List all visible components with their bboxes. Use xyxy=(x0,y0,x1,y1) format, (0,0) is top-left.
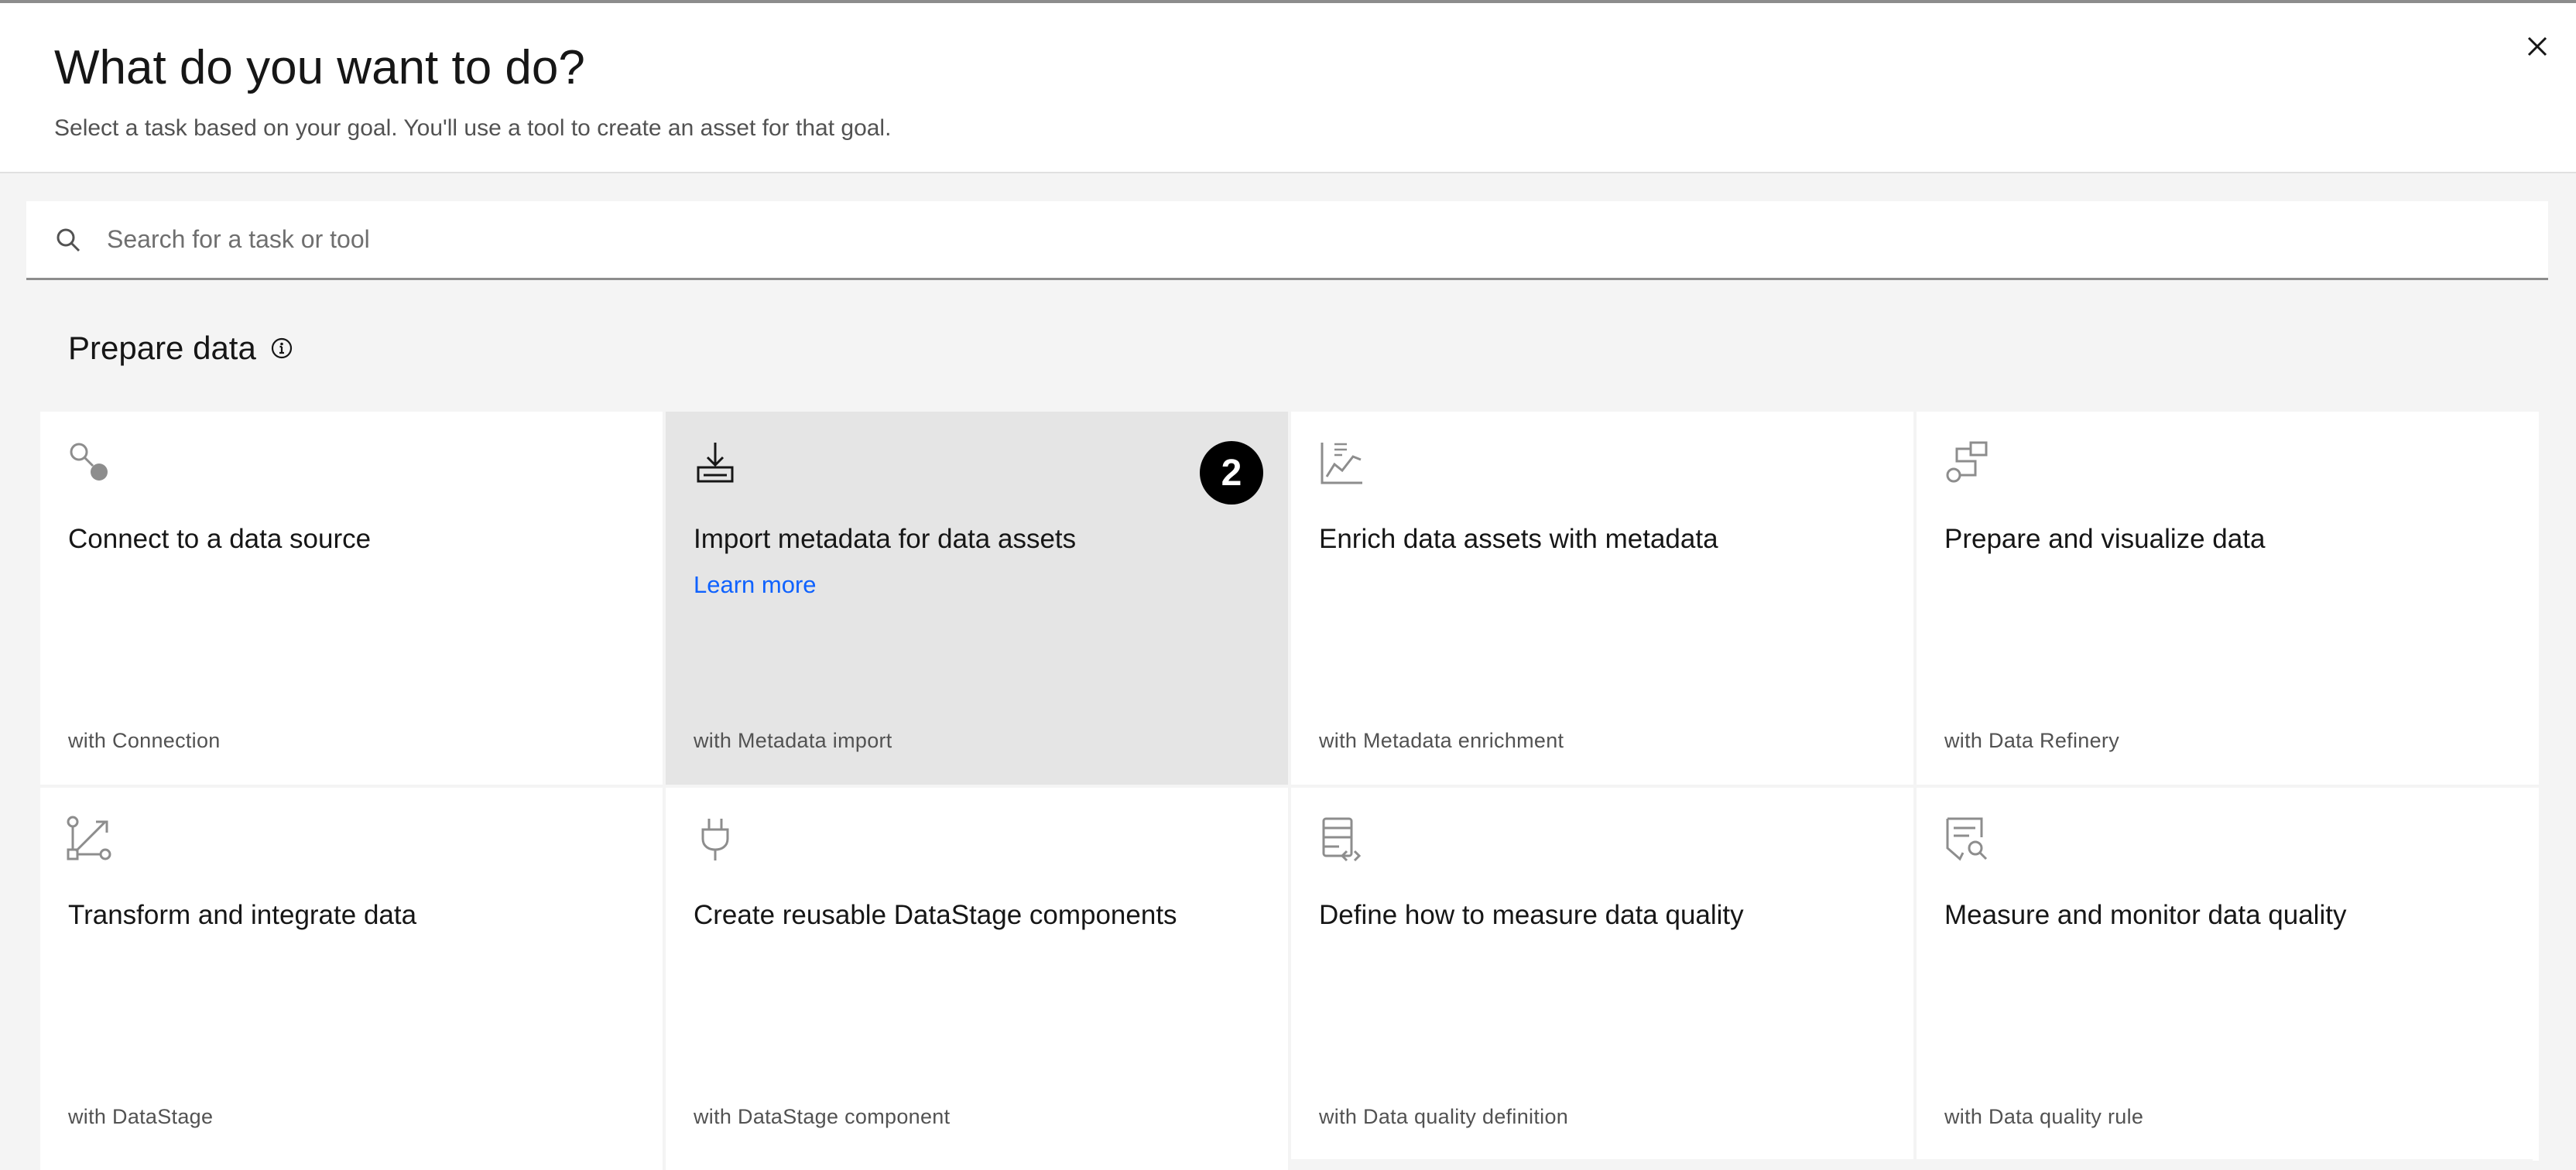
section-heading: Prepare data xyxy=(68,325,293,371)
dialog-header: What do you want to do? Select a task ba… xyxy=(0,3,2576,173)
tile-title: Connect to a data source xyxy=(68,524,372,554)
tile-title: Measure and monitor data quality xyxy=(1944,900,2347,930)
download-icon xyxy=(697,443,734,483)
data-definition-icon xyxy=(1322,817,1362,862)
section-title: Prepare data xyxy=(68,330,256,366)
close-icon xyxy=(2527,36,2547,56)
tile-define-quality[interactable]: Define how to measure data quality with … xyxy=(1291,788,1913,1161)
tile-import-metadata[interactable]: 2 Import metadata for data assets Learn … xyxy=(666,412,1288,785)
search-input[interactable] xyxy=(107,215,2506,263)
tile-tool: with Data quality rule xyxy=(1944,1105,2144,1128)
tile-tool: with DataStage component xyxy=(694,1105,951,1128)
tile-monitor-quality[interactable]: Measure and monitor data quality with Da… xyxy=(1917,788,2539,1161)
tile-tool: with Metadata import xyxy=(694,729,892,752)
flow-transform-icon xyxy=(67,816,111,860)
dialog-title: What do you want to do? xyxy=(54,41,585,94)
data-refinery-icon xyxy=(1946,441,1988,483)
tile-tool: with DataStage xyxy=(68,1105,214,1128)
tile-peek xyxy=(666,1159,1288,1170)
tile-title: Transform and integrate data xyxy=(68,900,417,930)
tile-title: Define how to measure data quality xyxy=(1319,900,1744,930)
information-icon[interactable] xyxy=(270,337,293,360)
tile-peek xyxy=(40,1159,663,1170)
tile-prepare-visualize[interactable]: Prepare and visualize data with Data Ref… xyxy=(1917,412,2539,785)
tile-title: Import metadata for data assets xyxy=(694,524,1077,554)
task-grid: Connect to a data source with Connection… xyxy=(40,412,2539,1161)
dialog-subtitle: Select a task based on your goal. You'll… xyxy=(54,115,892,141)
tile-connect-data-source[interactable]: Connect to a data source with Connection xyxy=(40,412,663,785)
tile-title: Prepare and visualize data xyxy=(1944,524,2266,554)
tile-tool: with Connection xyxy=(68,729,221,752)
document-search-icon xyxy=(1946,817,1988,861)
plug-icon xyxy=(701,819,729,860)
tile-enrich-metadata[interactable]: Enrich data assets with metadata with Me… xyxy=(1291,412,1913,785)
tile-tool: with Metadata enrichment xyxy=(1319,729,1564,752)
learn-more-link[interactable]: Learn more xyxy=(694,571,817,599)
tile-title: Enrich data assets with metadata xyxy=(1319,524,1718,554)
step-badge: 2 xyxy=(1200,441,1263,505)
close-button[interactable] xyxy=(2517,26,2557,67)
tile-datastage-components[interactable]: Create reusable DataStage components wit… xyxy=(666,788,1288,1161)
tile-peek xyxy=(1288,1159,2533,1170)
tile-tool: with Data quality definition xyxy=(1319,1105,1569,1128)
search-icon xyxy=(57,228,80,252)
connect-icon xyxy=(70,443,108,481)
search-bar xyxy=(26,201,2548,280)
tile-title: Create reusable DataStage components xyxy=(694,900,1177,930)
chart-line-icon xyxy=(1321,443,1362,484)
tile-tool: with Data Refinery xyxy=(1944,729,2119,752)
tile-transform-integrate[interactable]: Transform and integrate data with DataSt… xyxy=(40,788,663,1161)
